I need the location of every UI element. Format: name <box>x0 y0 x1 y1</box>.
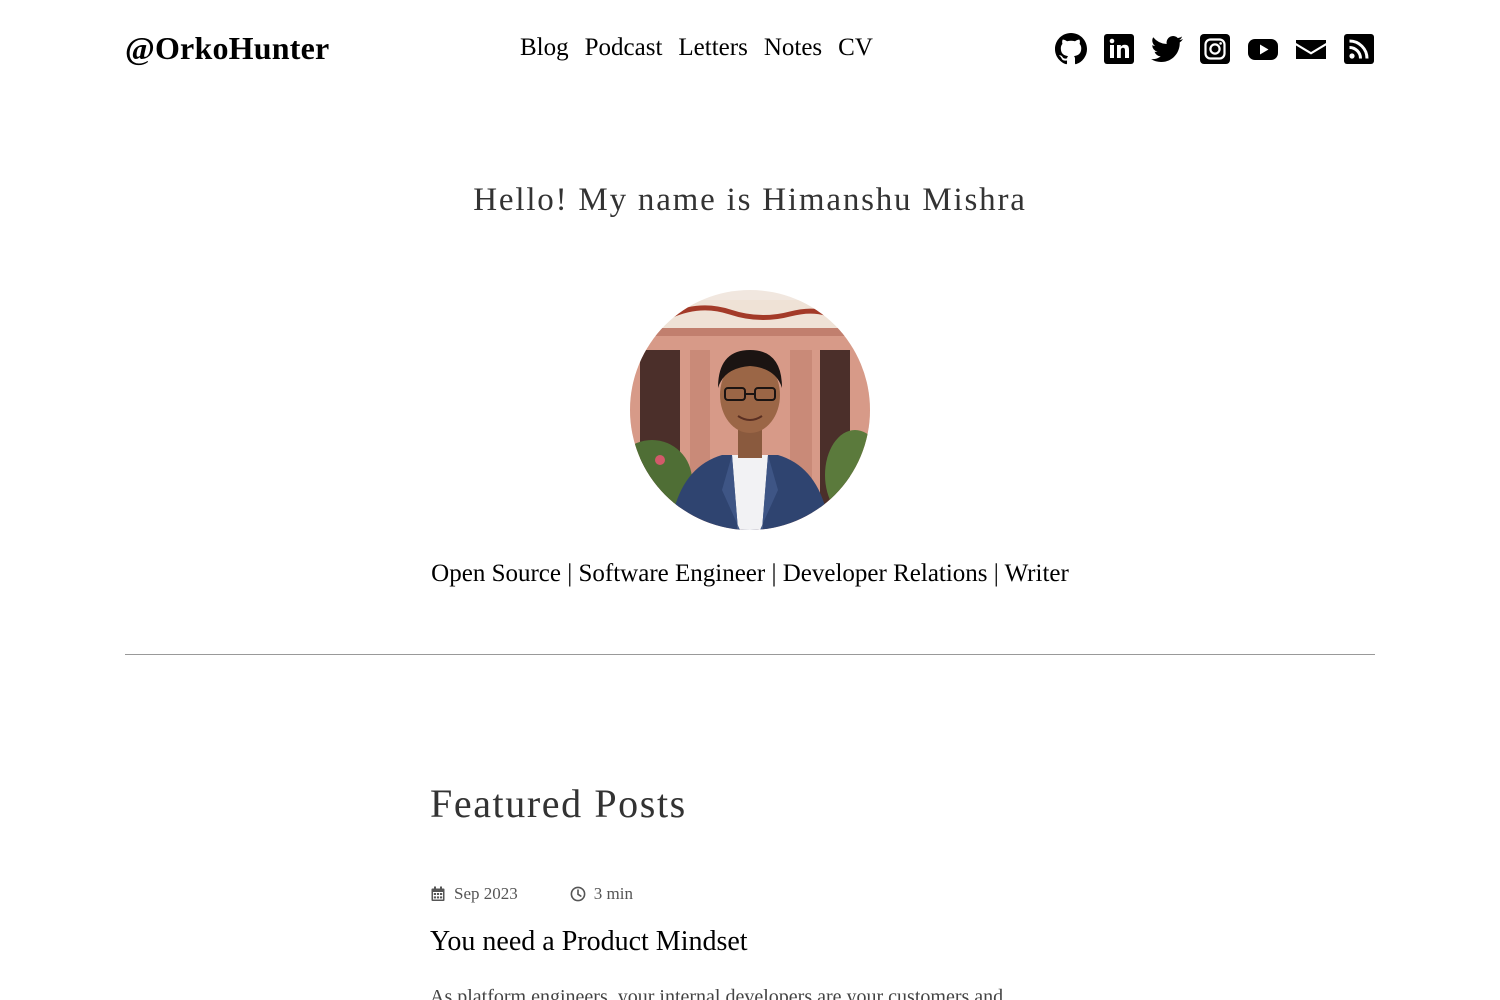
calendar-icon <box>430 886 446 902</box>
github-icon[interactable] <box>1055 33 1087 65</box>
email-icon[interactable] <box>1295 33 1327 65</box>
social-links <box>1055 33 1375 65</box>
nav-podcast[interactable]: Podcast <box>585 34 663 62</box>
twitter-icon[interactable] <box>1151 33 1183 65</box>
greeting-heading: Hello! My name is Himanshu Mishra <box>473 182 1027 218</box>
post-read-time-text: 3 min <box>593 884 633 903</box>
section-divider <box>125 654 1375 655</box>
post-meta: Sep 2023 3 min <box>430 880 1070 908</box>
featured-posts-heading: Featured Posts <box>430 781 687 826</box>
instagram-icon[interactable] <box>1199 33 1231 65</box>
nav-notes[interactable]: Notes <box>764 34 822 62</box>
post-excerpt: As platform engineers, your internal dev… <box>430 986 1004 1000</box>
post-read-time: 3 min <box>570 884 633 904</box>
clock-icon <box>570 886 586 902</box>
nav-blog[interactable]: Blog <box>520 34 569 62</box>
main-nav: Blog Podcast Letters Notes CV <box>520 34 873 62</box>
profile-photo <box>630 290 870 530</box>
nav-letters[interactable]: Letters <box>678 34 747 62</box>
site-title-link[interactable]: @OrkoHunter <box>125 30 329 67</box>
featured-post: Sep 2023 3 min You need a Product Mindse… <box>430 880 1070 1000</box>
site-header: @OrkoHunter Blog Podcast Letters Notes C… <box>125 26 1375 76</box>
post-title-link[interactable]: You need a Product Mindset <box>430 926 1070 958</box>
rss-icon[interactable] <box>1343 33 1375 65</box>
linkedin-icon[interactable] <box>1103 33 1135 65</box>
nav-cv[interactable]: CV <box>838 34 873 62</box>
youtube-icon[interactable] <box>1247 33 1279 65</box>
post-date: Sep 2023 <box>430 884 518 904</box>
tagline: Open Source | Software Engineer | Develo… <box>431 560 1069 587</box>
post-date-text: Sep 2023 <box>454 884 518 903</box>
